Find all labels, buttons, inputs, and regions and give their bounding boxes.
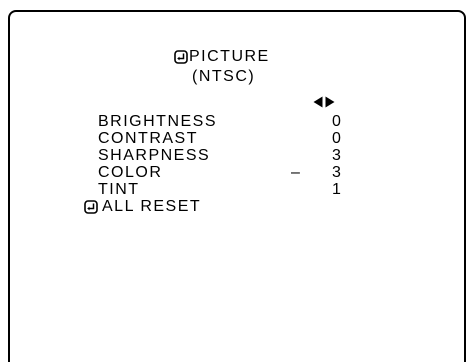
left-right-arrows-icon — [313, 96, 335, 108]
menu-item-label: COLOR — [98, 164, 163, 181]
menu-item-value: 0 — [332, 113, 343, 130]
picture-menu: BRIGHTNESS 0 CONTRAST 0 SHARPNESS 3 COLO… — [84, 113, 348, 216]
menu-title: PICTURE — [174, 48, 270, 66]
menu-item-value: 0 — [332, 130, 343, 147]
menu-title-text: PICTURE — [189, 48, 270, 65]
menu-subtitle: (NTSC) — [192, 68, 256, 85]
menu-item-value: 3 — [332, 164, 343, 181]
menu-item-label: BRIGHTNESS — [98, 113, 218, 130]
left-arrow-icon — [313, 96, 323, 108]
right-arrow-icon — [325, 96, 335, 108]
menu-item-value: 1 — [332, 181, 343, 198]
menu-item-sharpness[interactable]: SHARPNESS 3 — [98, 147, 348, 164]
menu-item-brightness[interactable]: BRIGHTNESS 0 — [98, 113, 348, 130]
menu-item-label: SHARPNESS — [98, 147, 211, 164]
menu-item-label: CONTRAST — [98, 130, 198, 147]
enter-icon — [174, 50, 188, 64]
menu-item-all-reset[interactable]: ALL RESET — [84, 198, 334, 216]
all-reset-label: ALL RESET — [102, 198, 202, 215]
menu-item-contrast[interactable]: CONTRAST 0 — [98, 130, 348, 147]
menu-item-label: TINT — [98, 181, 140, 198]
menu-item-tint[interactable]: TINT 1 — [98, 181, 348, 198]
menu-item-sign: – — [291, 164, 302, 181]
menu-item-value: 3 — [332, 147, 343, 164]
enter-icon — [84, 200, 98, 214]
menu-item-color[interactable]: COLOR – 3 — [98, 164, 348, 181]
